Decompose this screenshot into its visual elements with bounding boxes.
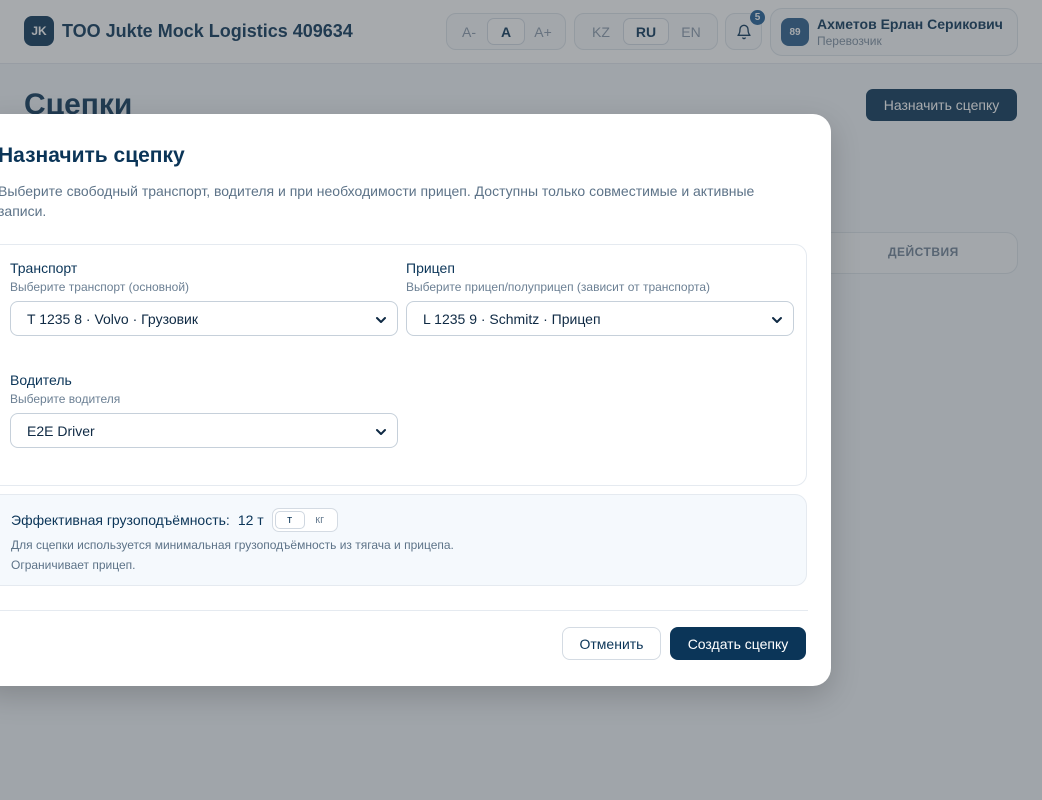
driver-label: Водитель: [10, 372, 72, 388]
capacity-label: Эффективная грузоподъёмность:: [11, 512, 230, 528]
vehicle-label: Транспорт: [10, 260, 78, 276]
driver-field: Водитель Выберите водителя E2E Driver: [10, 369, 398, 448]
assign-coupling-modal: Назначить сцепку Выберите свободный тран…: [0, 114, 831, 686]
capacity-unit-toggle: т кг: [271, 508, 338, 532]
coupling-form: Транспорт Выберите транспорт (основной) …: [0, 244, 807, 486]
trailer-label: Прицеп: [406, 260, 455, 276]
trailer-select[interactable]: L 1235 9 · Schmitz · Прицеп: [406, 301, 794, 336]
chevron-down-icon: [376, 317, 386, 323]
driver-select-value: E2E Driver: [27, 422, 95, 439]
chevron-down-icon: [772, 317, 782, 323]
capacity-limit-note: Ограничивает прицеп.: [11, 558, 136, 572]
capacity-value: 12 т: [237, 512, 264, 528]
capacity-card: Эффективная грузоподъёмность: 12 т т кг …: [0, 494, 807, 586]
modal-title: Назначить сцепку: [0, 144, 185, 167]
cancel-button[interactable]: Отменить: [562, 627, 661, 660]
vehicle-hint: Выберите транспорт (основной): [10, 280, 190, 294]
vehicle-field: Транспорт Выберите транспорт (основной) …: [10, 257, 398, 336]
capacity-note: Для сцепки используется минимальная груз…: [11, 538, 454, 552]
driver-select[interactable]: E2E Driver: [10, 413, 398, 448]
modal-divider: [0, 610, 808, 611]
unit-tonnes-button[interactable]: т: [274, 511, 305, 529]
trailer-select-value: L 1235 9 · Schmitz · Прицеп: [423, 310, 601, 327]
create-coupling-button[interactable]: Создать сцепку: [670, 627, 806, 660]
chevron-down-icon: [376, 429, 386, 435]
unit-kilograms-button[interactable]: кг: [305, 511, 335, 529]
modal-description: Выберите свободный транспорт, водителя и…: [0, 183, 755, 219]
vehicle-select[interactable]: T 1235 8 · Volvo · Грузовик: [10, 301, 398, 336]
vehicle-select-value: T 1235 8 · Volvo · Грузовик: [27, 310, 198, 327]
capacity-row: Эффективная грузоподъёмность: 12 т т кг: [11, 508, 338, 532]
driver-hint: Выберите водителя: [10, 392, 121, 406]
trailer-field: Прицеп Выберите прицеп/полуприцеп (завис…: [406, 257, 794, 336]
trailer-hint: Выберите прицеп/полуприцеп (зависит от т…: [406, 280, 711, 294]
